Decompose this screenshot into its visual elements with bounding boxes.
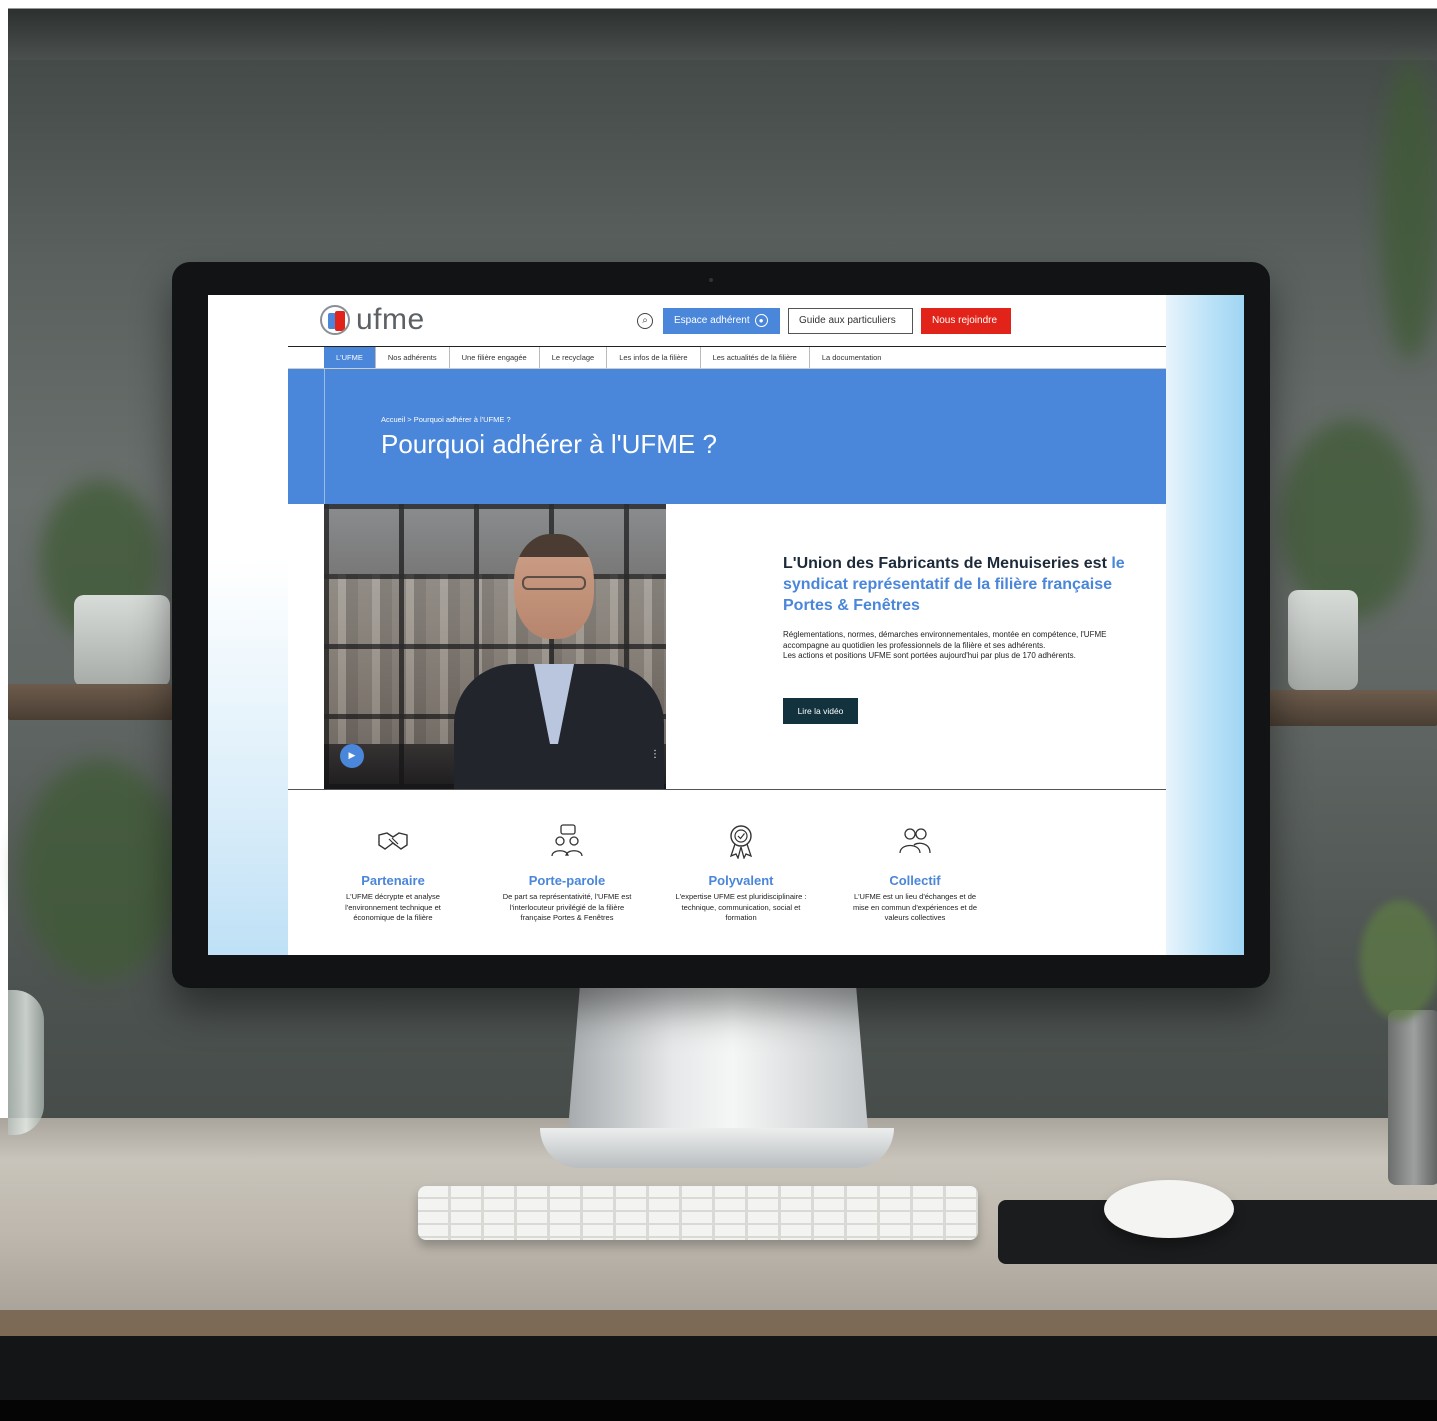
- monitor-screen: ufme ⌕ Espace adhérent ● Guide aux partic…: [208, 295, 1244, 955]
- feature-polyvalent: Polyvalent L'expertise UFME est pluridis…: [666, 823, 816, 924]
- wall-top: [0, 0, 1437, 60]
- feature-text: L'expertise UFME est pluridisciplinaire …: [675, 892, 807, 922]
- more-options-icon[interactable]: ⋮: [650, 750, 660, 760]
- desk-scene: ufme ⌕ Espace adhérent ● Guide aux partic…: [0, 0, 1437, 1421]
- logo-door-icon: [320, 305, 350, 335]
- espace-adherent-button[interactable]: Espace adhérent ●: [663, 308, 780, 334]
- feature-porte-parole: Porte-parole De part sa représentativité…: [492, 823, 642, 924]
- monitor-stand-base: [540, 1128, 894, 1168]
- webcam: [709, 278, 713, 282]
- guide-particuliers-button[interactable]: Guide aux particuliers: [788, 308, 913, 334]
- feature-title: Partenaire: [361, 873, 425, 888]
- hero-banner: Accueil > Pourquoi adhérer à l'UFME ? Po…: [288, 369, 1166, 504]
- wall-shelf: [1268, 690, 1437, 726]
- intro-heading-dark: L'Union des Fabricants de Menuiseries es…: [783, 555, 1107, 572]
- breadcrumb[interactable]: Accueil > Pourquoi adhérer à l'UFME ?: [381, 415, 511, 424]
- shelf-pot: [74, 595, 170, 687]
- glass-vase: [8, 990, 44, 1135]
- main-nav: L'UFME Nos adhérents Une filière engagée…: [288, 346, 1166, 369]
- group-icon: [899, 828, 931, 854]
- background-plant: [1380, 60, 1437, 360]
- nav-item-documentation[interactable]: La documentation: [810, 347, 894, 368]
- feature-partenaire: Partenaire L'UFME décrypte et analyse l'…: [318, 823, 468, 924]
- page-title: Pourquoi adhérer à l'UFME ?: [381, 429, 717, 459]
- nav-item-recyclage[interactable]: Le recyclage: [540, 347, 608, 368]
- ufme-logo[interactable]: ufme: [320, 305, 425, 335]
- wall-shelf: [8, 684, 178, 720]
- user-icon: ●: [754, 313, 768, 327]
- video-player[interactable]: ▶ ⋮: [324, 504, 666, 790]
- intro-paragraph-1: Réglementations, normes, démarches envir…: [783, 630, 1107, 650]
- mouse: [1104, 1180, 1234, 1238]
- screen-background-left: [208, 295, 288, 955]
- desk-plant: [1360, 900, 1437, 1020]
- nav-item-lufme[interactable]: L'UFME: [324, 347, 376, 368]
- logo-text: ufme: [356, 303, 425, 336]
- video-speaker-glasses: [522, 576, 586, 590]
- website-page: ufme ⌕ Espace adhérent ● Guide aux partic…: [288, 295, 1166, 955]
- nav-item-actualites-filiere[interactable]: Les actualités de la filière: [701, 347, 810, 368]
- play-icon[interactable]: ▶: [340, 744, 364, 768]
- nav-item-infos-filiere[interactable]: Les infos de la filière: [607, 347, 701, 368]
- monitor-stand: [568, 985, 868, 1130]
- nav-item-filiere-engagee[interactable]: Une filière engagée: [450, 347, 540, 368]
- search-icon[interactable]: ⌕: [637, 313, 653, 329]
- keyboard: [418, 1186, 978, 1240]
- section-divider: [288, 789, 1166, 790]
- nous-rejoindre-button[interactable]: Nous rejoindre: [921, 308, 1011, 334]
- feature-text: L'UFME est un lieu d'échanges et de mise…: [853, 892, 977, 922]
- feature-collectif: Collectif L'UFME est un lieu d'échanges …: [840, 823, 990, 924]
- shelf-pot: [1288, 590, 1358, 690]
- desk-shadow: [0, 1400, 1437, 1421]
- intro-section: L'Union des Fabricants de Menuiseries es…: [783, 553, 1133, 662]
- award-badge-icon: [729, 825, 753, 859]
- feature-text: L'UFME décrypte et analyse l'environneme…: [345, 892, 441, 922]
- espace-adherent-label: Espace adhérent: [674, 315, 750, 326]
- feature-title: Polyvalent: [708, 873, 774, 888]
- planter: [1388, 1010, 1437, 1185]
- background-plant: [20, 760, 180, 980]
- handshake-icon: [378, 832, 408, 850]
- feature-text: De part sa représentativité, l'UFME est …: [502, 892, 632, 922]
- intro-paragraph: Réglementations, normes, démarches envir…: [783, 630, 1113, 662]
- feature-title: Porte-parole: [528, 873, 606, 888]
- intro-paragraph-2: Les actions et positions UFME sont porté…: [783, 651, 1076, 660]
- intro-heading: L'Union des Fabricants de Menuiseries es…: [783, 553, 1133, 616]
- desk-edge: [0, 1310, 1437, 1336]
- hero-divider: [324, 369, 325, 504]
- lire-video-button[interactable]: Lire la vidéo: [783, 698, 858, 724]
- nav-item-nos-adherents[interactable]: Nos adhérents: [376, 347, 450, 368]
- feature-title: Collectif: [889, 873, 941, 888]
- people-chat-icon: [551, 824, 583, 857]
- screen-background-right: [1166, 295, 1244, 955]
